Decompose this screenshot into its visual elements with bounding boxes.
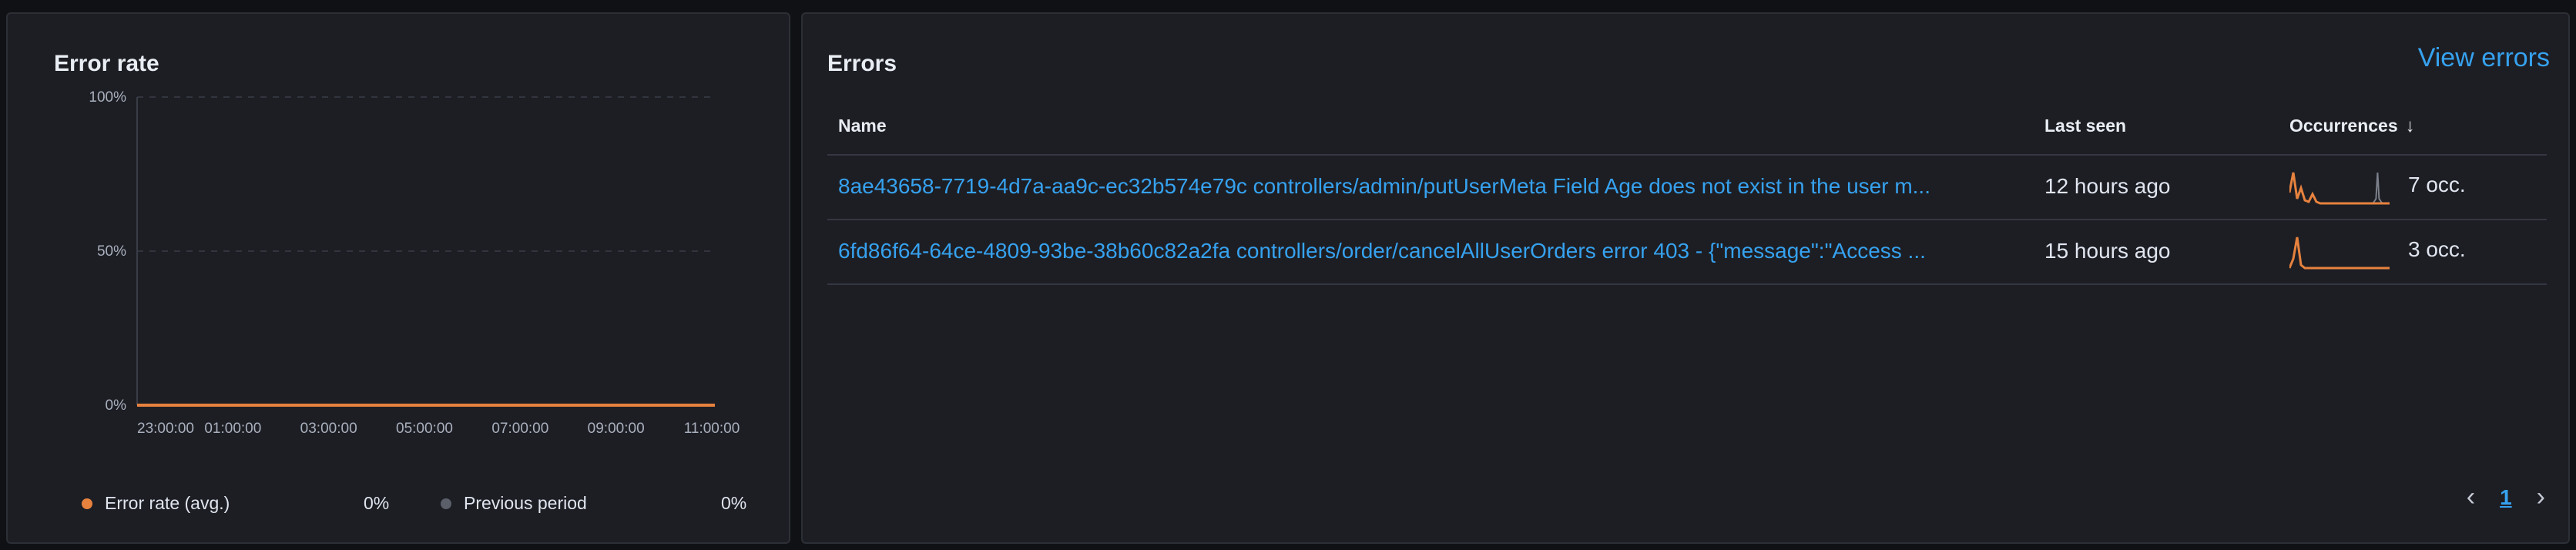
error-rate-panel: Error rate 0% 50% 100% 23:00:00 01:00:00 03:0… <box>6 12 790 544</box>
legend-label: Previous period <box>464 493 587 513</box>
occurrence-sparkline <box>2289 172 2390 205</box>
x-tick-label: 03:00:00 <box>300 421 357 437</box>
sparkline-previous-period <box>2372 172 2383 204</box>
occurrences-label: Occurrences <box>2289 116 2398 136</box>
column-header-last-seen[interactable]: Last seen <box>2044 116 2126 136</box>
errors-title: Errors <box>827 51 897 76</box>
last-seen-value: 12 hours ago <box>2044 174 2171 198</box>
x-tick-label: 23:00:00 <box>137 421 194 437</box>
table-row: 6fd86f64-64ce-4809-93be-38b60c82a2fa con… <box>827 220 2547 285</box>
column-header-occurrences[interactable]: Occurrences ↓ <box>2289 116 2415 137</box>
legend-value-previous-period: 0% <box>721 493 747 513</box>
x-tick-label: 01:00:00 <box>204 421 261 437</box>
y-tick-label: 50% <box>97 243 126 260</box>
error-rate-chart: 0% 50% 100% 23:00:00 01:00:00 03:00:00 05:00:0… <box>89 89 740 437</box>
occurrences-count: 3 occ. <box>2408 237 2466 261</box>
legend-value-error-rate: 0% <box>364 493 390 513</box>
pagination: ‹ 1 › <box>2467 482 2545 512</box>
next-page-icon[interactable]: › <box>2537 482 2545 512</box>
previous-page-icon[interactable]: ‹ <box>2467 482 2475 512</box>
view-errors-link[interactable]: View errors <box>2418 43 2550 73</box>
legend-label: Error rate (avg.) <box>105 493 230 513</box>
error-name-link[interactable]: 8ae43658-7719-4d7a-aa9c-ec32b574e79c con… <box>838 174 2006 199</box>
x-tick-label: 11:00:00 <box>684 421 740 437</box>
table-header: Name Last seen Occurrences ↓ <box>827 97 2547 156</box>
last-seen-value: 15 hours ago <box>2044 239 2171 263</box>
sparkline-current <box>2289 236 2390 270</box>
x-tick-label: 05:00:00 <box>396 421 453 437</box>
sparkline-current <box>2289 172 2390 205</box>
series-color-dot <box>441 498 451 509</box>
errors-table: Name Last seen Occurrences ↓ 8ae43658-771… <box>827 97 2547 285</box>
occurrences-count: 7 occ. <box>2408 173 2466 196</box>
occurrence-sparkline <box>2289 236 2390 270</box>
x-tick-label: 07:00:00 <box>491 421 548 437</box>
y-tick-label: 0% <box>106 397 127 414</box>
page-number-current[interactable]: 1 <box>2500 485 2512 510</box>
legend-item-error-rate[interactable]: Error rate (avg.) <box>82 493 230 514</box>
error-name-link[interactable]: 6fd86f64-64ce-4809-93be-38b60c82a2fa con… <box>838 239 2006 263</box>
errors-panel: Errors View errors Name Last seen Occurr… <box>801 12 2570 544</box>
x-tick-label: 09:00:00 <box>588 421 645 437</box>
sort-descending-icon: ↓ <box>2405 116 2415 136</box>
legend-item-previous-period[interactable]: Previous period <box>441 493 587 514</box>
series-color-dot <box>82 498 92 509</box>
column-header-name[interactable]: Name <box>838 116 887 136</box>
table-row: 8ae43658-7719-4d7a-aa9c-ec32b574e79c con… <box>827 156 2547 220</box>
y-tick-label: 100% <box>89 89 126 106</box>
